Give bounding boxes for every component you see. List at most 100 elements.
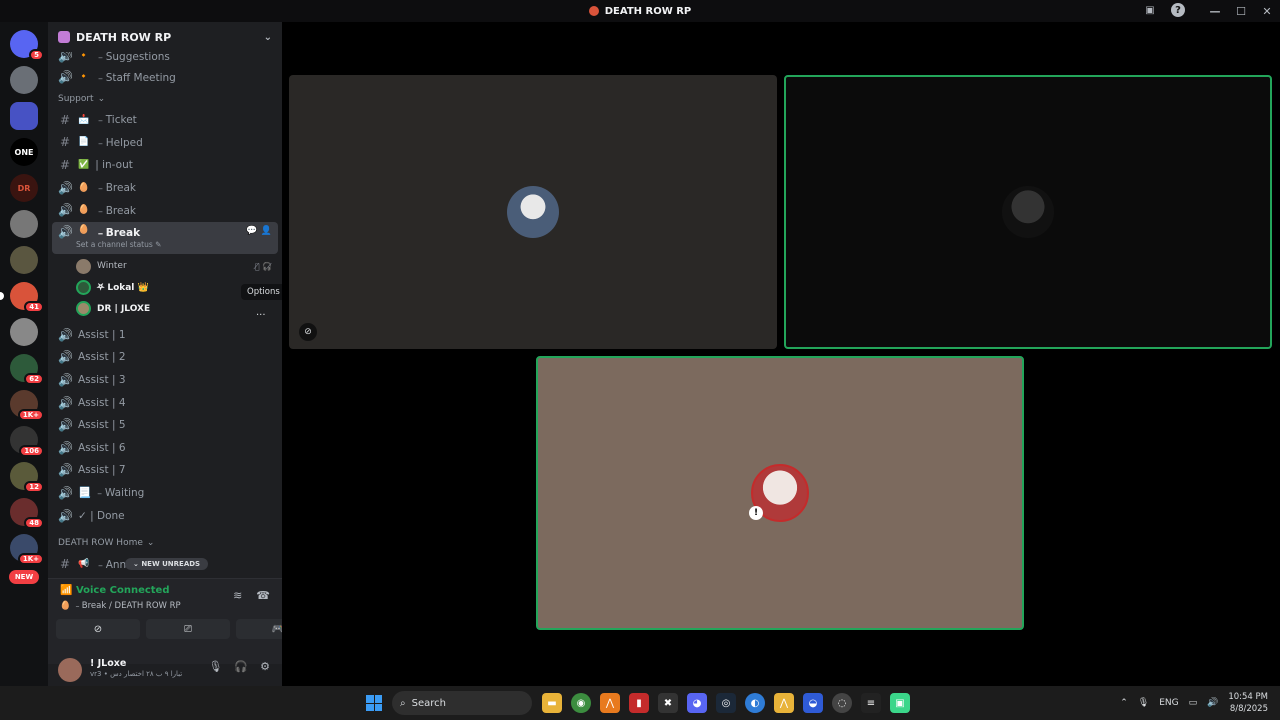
server-icon[interactable]: 12 (10, 462, 44, 493)
new-servers-button[interactable]: NEW (9, 570, 39, 584)
channel-assist-4[interactable]: 🔊 Assist | 4 (48, 391, 282, 414)
app-icon[interactable]: ▣ (890, 693, 910, 713)
channel-assist-5[interactable]: 🔊 Assist | 5 (48, 414, 282, 437)
channel-assist-6[interactable]: 🔊 Assist | 6 (48, 436, 282, 459)
channel-break[interactable]: 🔊 🥚 ﹣Break (48, 176, 282, 199)
channel-break[interactable]: 🔊 🥚 ﹣Break (48, 199, 282, 222)
voice-member[interactable]: Winter 🎙̸ 🎧̸ (48, 256, 282, 277)
category-home[interactable]: DEATH ROW Home ⌄ (48, 533, 282, 553)
channel-suggestions[interactable]: 🔊 🔸 ﹣Suggestions (48, 52, 282, 66)
channel-assist-1[interactable]: 🔊 Assist | 1 (48, 323, 282, 346)
voice-status[interactable]: 📶 Voice Connected (60, 585, 170, 596)
app-icon[interactable]: ◒ (803, 693, 823, 713)
channel-assist-3[interactable]: 🔊 Assist | 3 (48, 369, 282, 392)
app-icon[interactable]: ✖ (658, 693, 678, 713)
server-badge: 41 (24, 301, 44, 313)
invite-icon[interactable]: 👤 (261, 226, 272, 236)
inbox-icon[interactable]: ▣ (1143, 3, 1157, 17)
channel-helped[interactable]: # 📄 ﹣Helped (48, 131, 282, 154)
channel-staff-meeting[interactable]: 🔊 🔸 ﹣Staff Meeting (48, 66, 282, 89)
channel-ticket[interactable]: # 📩 ﹣Ticket (48, 109, 282, 132)
microphone-icon[interactable]: 🎙 (1138, 698, 1149, 708)
user-name[interactable]: ! JLoxe (90, 658, 126, 669)
chat-icon[interactable]: 💬 (246, 226, 257, 236)
new-unreads-pill[interactable]: ⌄ NEW UNREADS (125, 558, 209, 570)
steam-icon[interactable]: ◎ (716, 693, 736, 713)
file-explorer-icon[interactable]: ▬ (542, 693, 562, 713)
channel-done[interactable]: 🔊 ✓ | Done (48, 504, 282, 527)
server-icon[interactable]: 1K+ (10, 534, 44, 565)
discord-icon[interactable]: ◕ (687, 693, 707, 713)
windows-start-icon[interactable] (366, 695, 382, 711)
participant-tile[interactable]: ⊘ (289, 75, 777, 349)
server-icon[interactable] (10, 66, 38, 94)
server-icon[interactable]: 48 (10, 498, 44, 529)
chevron-down-icon[interactable]: ⌄ (264, 32, 272, 43)
discord-home-icon[interactable]: 5 (10, 30, 44, 61)
display-icon[interactable]: ▭ (1189, 698, 1198, 708)
member-name: ⛧ Lokal 👑 (97, 282, 149, 293)
taskbar-search[interactable]: ⌕ Search (392, 691, 532, 715)
user-controls: 🎙 🎧 ⚙ (208, 660, 270, 673)
noise-suppression-icon[interactable]: ≋ (233, 589, 242, 602)
server-icon[interactable] (10, 246, 38, 274)
language-indicator[interactable]: ENG (1159, 698, 1178, 708)
app-icon[interactable]: ◐ (745, 693, 765, 713)
server-icon[interactable]: DR (10, 174, 38, 202)
channel-break-active[interactable]: 🔊 🥚 ﹣Break Set a channel status ✎ 💬 👤 (52, 221, 278, 254)
server-name: DEATH ROW RP (76, 30, 172, 44)
camera-off-button[interactable]: ⊘ (56, 619, 140, 639)
channel-status[interactable]: Set a channel status ✎ (76, 240, 161, 249)
avatar: ! (749, 464, 809, 522)
minimize-icon[interactable]: — (1202, 5, 1228, 18)
app-icon[interactable]: ≡ (861, 693, 881, 713)
gear-icon[interactable]: ⚙ (260, 660, 270, 673)
server-icon[interactable] (10, 210, 38, 238)
app-icon[interactable]: ⋀ (774, 693, 794, 713)
hashtag-icon: # (59, 557, 71, 572)
participant-tile-speaking[interactable]: ! (536, 356, 1024, 630)
server-list: 5 ONE DR 41 62 1K+ 106 12 48 1K+ NEW (0, 22, 48, 686)
server-icon[interactable]: 41 (0, 282, 44, 313)
disconnect-icon[interactable]: ☎ (256, 589, 270, 602)
speaker-icon: 🔊 (58, 180, 73, 195)
headphones-icon[interactable]: 🎧 (234, 660, 248, 673)
folder-icon[interactable] (10, 102, 38, 130)
chevron-up-icon[interactable]: ⌃ (1120, 698, 1128, 708)
channel-in-out[interactable]: # ✅ | in-out (48, 154, 282, 177)
server-icon[interactable]: 106 (10, 426, 44, 457)
server-icon[interactable]: 1K+ (10, 390, 44, 421)
chevron-down-icon: ⌄ (146, 537, 155, 548)
voice-channel[interactable]: 🥚 ﹣Break / DEATH ROW RP (60, 599, 181, 611)
window-title: DEATH ROW RP (604, 5, 692, 17)
chrome-icon[interactable]: ◉ (571, 693, 591, 713)
screen-share-button[interactable]: ⎚ (146, 619, 230, 639)
server-icon[interactable]: ONE (10, 138, 38, 166)
app-icon[interactable]: ⋀ (600, 693, 620, 713)
server-header[interactable]: DEATH ROW RP ⌄ (48, 22, 282, 52)
more-options-icon[interactable]: ··· (256, 310, 266, 321)
server-icon[interactable] (10, 318, 38, 346)
voice-member[interactable]: DR | JLOXE (48, 298, 282, 319)
participant-tile-speaking[interactable] (784, 75, 1272, 349)
category-support[interactable]: Support ⌄ (48, 89, 282, 109)
channel-assist-7[interactable]: 🔊 Assist | 7 (48, 459, 282, 482)
server-badge: 48 (24, 517, 44, 529)
speaker-icon: 🔊 (58, 52, 73, 63)
channel-name: Assist | 5 (78, 419, 126, 432)
help-icon[interactable]: ? (1171, 3, 1185, 17)
clock[interactable]: 10:54 PM 8/8/2025 (1228, 691, 1268, 715)
app-icon[interactable]: ◌ (832, 693, 852, 713)
channel-assist-2[interactable]: 🔊 Assist | 2 (48, 346, 282, 369)
volume-icon[interactable]: 🔊 (1207, 698, 1218, 708)
close-icon[interactable]: ✕ (1254, 5, 1280, 18)
server-icon[interactable]: 62 (10, 354, 44, 385)
app-icon[interactable]: ▮ (629, 693, 649, 713)
channel-waiting[interactable]: 🔊 📃 ﹣Waiting (48, 482, 282, 505)
maximize-icon[interactable]: ☐ (1228, 5, 1254, 18)
channel-name: ﹣Suggestions (95, 52, 170, 63)
channel-name: ✓ | Done (78, 509, 125, 522)
channel-name: ﹣Ticket (95, 114, 137, 127)
avatar[interactable] (58, 658, 82, 682)
microphone-icon[interactable]: 🎙 (208, 660, 222, 673)
